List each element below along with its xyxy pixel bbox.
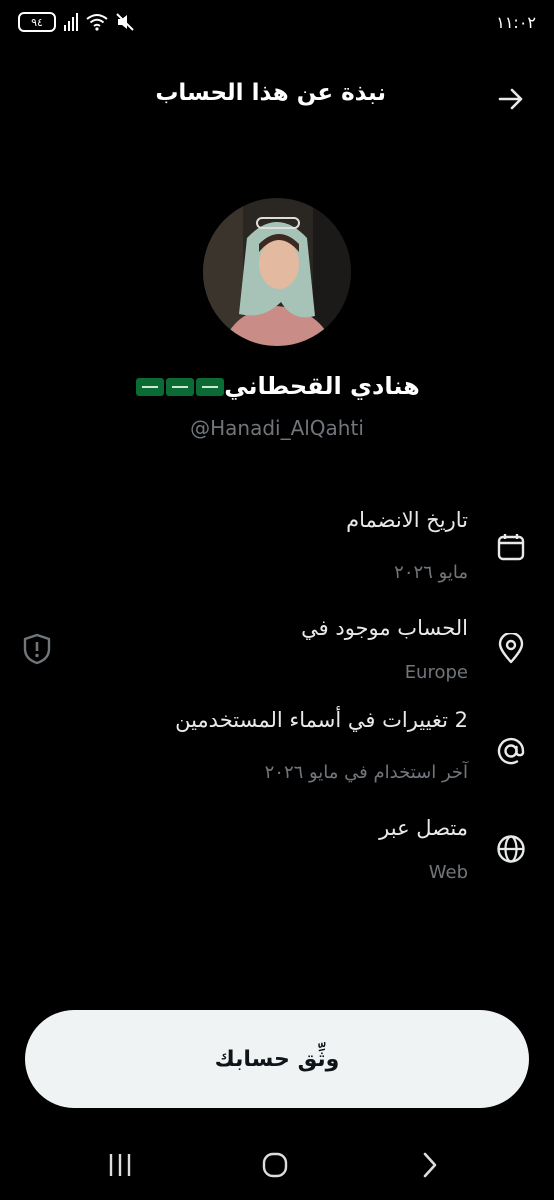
battery-level: ٩٤ [31,15,43,29]
wifi-icon [86,14,108,31]
info-location: الحساب موجود في Europe [0,616,554,696]
signal-icon [64,13,78,31]
verify-account-button[interactable]: وثِّق حسابك [25,1010,529,1108]
arrow-right-icon [498,88,523,110]
display-name-text: هنادي القحطاني [224,372,420,400]
info-title: تاريخ الانضمام [346,508,468,532]
status-bar: ٩٤ ١١:٠٢ [0,0,554,52]
display-name: هنادي القحطاني [0,372,554,400]
system-nav-bar [0,1130,554,1200]
saudi-flag-icon [166,378,195,396]
home-button[interactable] [255,1148,295,1182]
avatar[interactable] [203,198,351,346]
saudi-flag-icon [136,378,165,396]
calendar-icon [494,530,528,564]
top-bar: نبذة عن هذا الحساب [0,68,554,128]
info-title: الحساب موجود في [301,616,468,640]
back-button[interactable] [494,82,528,116]
info-value: آخر استخدام في مايو ٢٠٢٦ [264,762,468,783]
info-connected-via: متصل عبر Web [0,816,554,896]
info-value: مايو ٢٠٢٦ [394,562,468,583]
status-time: ١١:٠٢ [496,13,536,32]
at-sign-icon [494,734,528,768]
shield-alert-icon[interactable] [22,632,52,666]
info-title: متصل عبر [379,816,468,840]
info-joined: تاريخ الانضمام مايو ٢٠٢٦ [0,508,554,588]
info-value: Web [428,862,468,883]
saudi-flag-icon [196,378,225,396]
location-pin-icon [494,632,528,666]
recent-apps-button[interactable] [100,1148,140,1182]
handle: @Hanadi_AlQahti [190,416,364,440]
info-username-changes: 2 تغييرات في أسماء المستخدمين آخر استخدا… [0,708,554,788]
recent-apps-icon [109,1154,131,1176]
mute-icon [116,13,134,31]
page-title: نبذة عن هذا الحساب [155,80,386,106]
status-icons: ٩٤ [18,12,134,32]
battery-icon: ٩٤ [18,12,56,32]
info-title: 2 تغييرات في أسماء المستخدمين [175,708,468,732]
home-icon [262,1152,288,1178]
globe-icon [494,832,528,866]
chevron-right-icon [423,1152,437,1178]
info-value: Europe [404,662,468,683]
back-nav-button[interactable] [410,1148,450,1182]
